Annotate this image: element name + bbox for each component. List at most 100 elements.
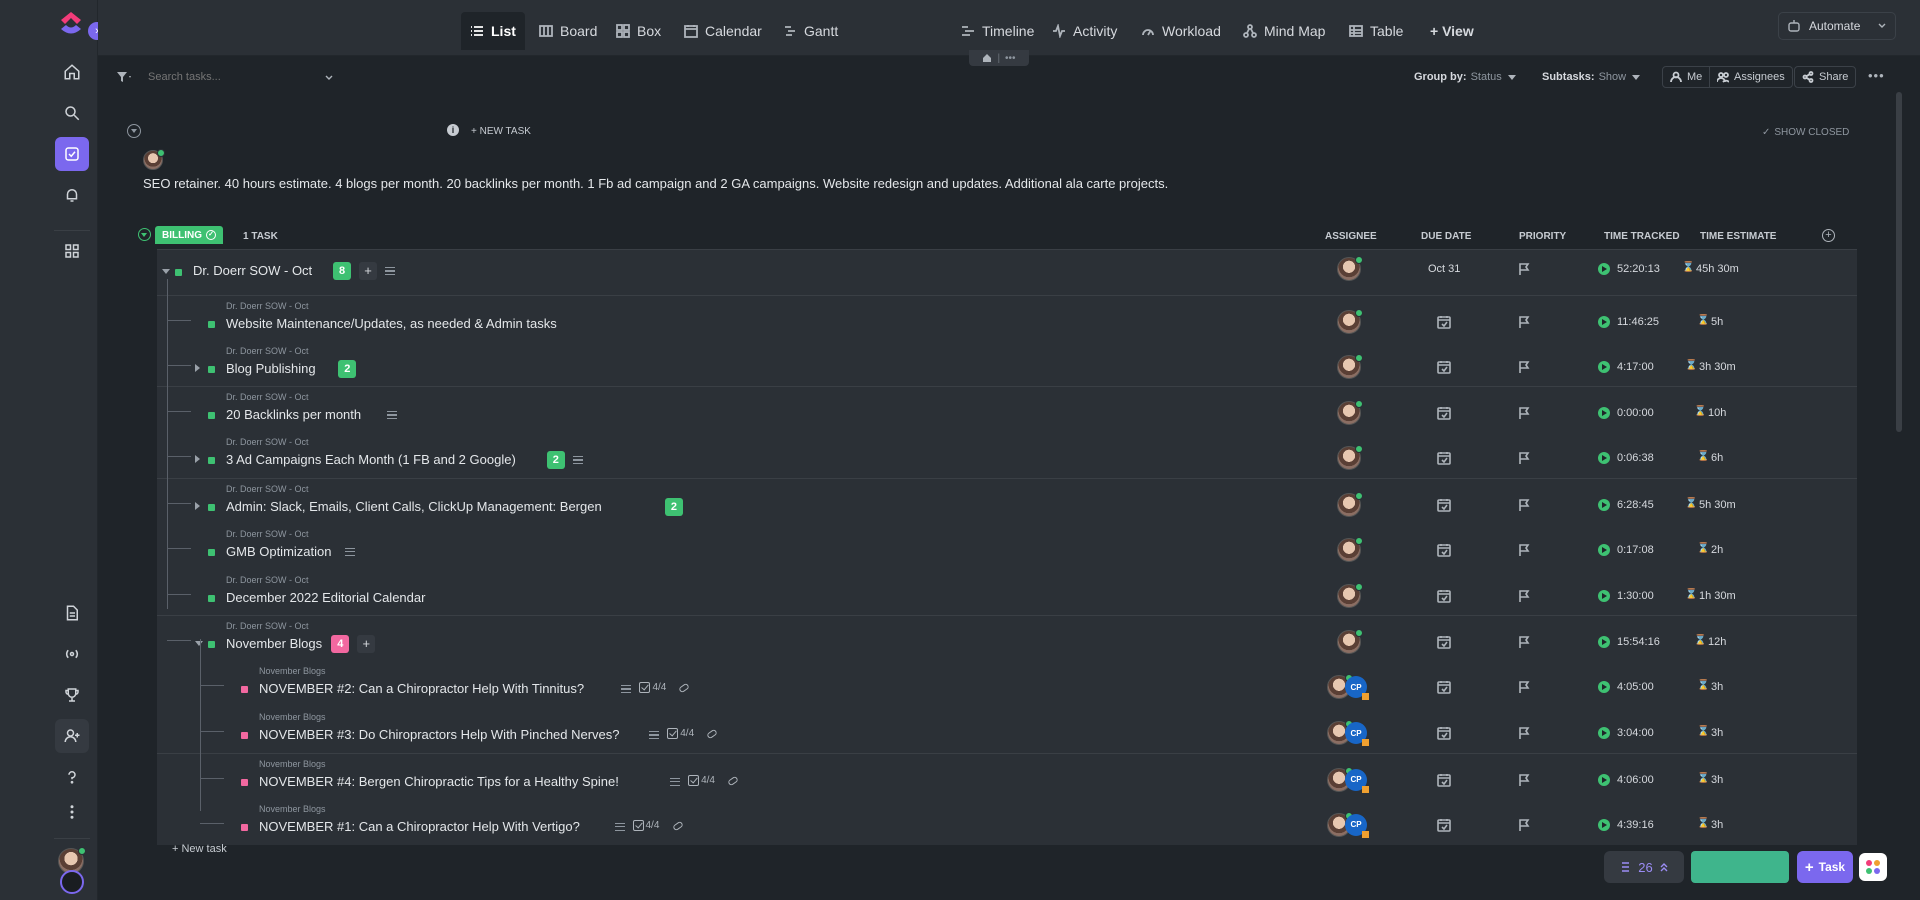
search-input[interactable] [148,68,328,86]
info-icon[interactable]: i [447,124,459,136]
play-timer-icon[interactable] [1598,315,1610,328]
task-name[interactable]: December 2022 Editorial Calendar [226,590,425,605]
tab-mind-map[interactable]: Mind Map [1234,12,1334,50]
assignee-avatar-cp[interactable]: CP [1345,676,1369,701]
calendar-icon[interactable] [1437,635,1451,650]
priority-flag-icon[interactable] [1517,635,1531,649]
subtask-count-badge[interactable]: 2 [664,498,683,516]
notifications-bell-icon[interactable] [55,178,89,212]
play-timer-icon[interactable] [1598,263,1610,275]
task-name[interactable]: NOVEMBER #3: Do Chiropractors Help With … [259,727,620,742]
column-header-time-estimate[interactable]: TIME ESTIMATE [1700,231,1776,242]
task-name[interactable]: 3 Ad Campaigns Each Month (1 FB and 2 Go… [226,452,516,467]
search-icon[interactable] [55,96,89,130]
play-timer-icon[interactable] [1598,543,1610,556]
home-icon[interactable] [55,55,89,89]
assignee-avatar[interactable] [1337,445,1363,471]
task-name[interactable]: November Blogs [226,636,322,651]
status-dot[interactable] [241,823,248,831]
parent-task-label[interactable]: November Blogs [259,666,326,676]
subtask-count-badge[interactable]: 4 [331,635,350,654]
breadcrumb-pill[interactable]: | ••• [969,50,1029,66]
table-row[interactable]: Dr. Doerr SOW - Oct November Blogs 4 +15:54… [157,615,1857,662]
expand-caret-icon[interactable] [195,641,203,647]
play-timer-icon[interactable] [1598,360,1610,373]
priority-flag-icon[interactable] [1517,773,1531,787]
time-estimate[interactable]: 12h [1708,636,1726,648]
priority-flag-icon[interactable] [1517,406,1531,420]
more-vertical-icon[interactable] [55,795,89,829]
subtasks-control[interactable]: Subtasks: Show [1542,71,1641,83]
status-badge[interactable]: BILLING ✓ [155,226,223,244]
play-timer-icon[interactable] [1598,681,1610,694]
task-name[interactable]: Website Maintenance/Updates, as needed &… [226,316,557,331]
show-closed-button[interactable]: ✓ SHOW CLOSED [1762,127,1849,138]
me-filter-button[interactable]: Me [1662,66,1711,88]
time-tracked[interactable]: 0:00:00 [1617,407,1654,419]
calendar-icon[interactable] [1437,680,1451,694]
table-row[interactable]: Dr. Doerr SOW - Oct Website Maintenance/U… [157,294,1857,341]
collapse-list-icon[interactable] [127,124,141,138]
add-subtask-icon[interactable]: + [359,262,378,280]
parent-task-label[interactable]: Dr. Doerr SOW - Oct [226,484,309,494]
play-timer-icon[interactable] [1598,452,1610,465]
new-task-footer-button[interactable]: + New task [172,843,227,855]
assignee-avatar[interactable] [1337,256,1363,281]
attachment-icon[interactable] [706,728,719,740]
task-name[interactable]: NOVEMBER #2: Can a Chiropractor Help Wit… [259,681,584,696]
checklist-icon[interactable]: 4/4 [639,682,666,694]
calendar-icon[interactable] [1437,451,1451,465]
time-estimate[interactable]: 5h 30m [1699,499,1736,511]
time-estimate[interactable]: 1h 30m [1699,590,1736,602]
help-icon[interactable] [55,760,89,794]
time-estimate[interactable]: 5h [1711,316,1723,328]
expand-caret-icon[interactable] [195,363,200,372]
time-tracked[interactable]: 4:06:00 [1617,774,1654,786]
status-dot[interactable] [175,269,182,276]
table-row[interactable]: Dr. Doerr SOW - Oct 20 Backlinks per mont… [157,386,1857,433]
parent-task-label[interactable]: Dr. Doerr SOW - Oct [226,529,309,539]
play-timer-icon[interactable] [1598,499,1610,511]
tasks-icon[interactable] [55,137,89,171]
new-task-button[interactable]: + NEW TASK [471,126,531,137]
quick-action-icon[interactable] [60,870,84,894]
column-header-time-tracked[interactable]: TIME TRACKED [1604,231,1680,242]
add-column-icon[interactable]: + [1822,229,1835,242]
add-view-button[interactable]: + View [1421,12,1483,50]
tab-box[interactable]: Box [607,12,670,50]
share-button[interactable]: Share [1794,66,1857,88]
play-timer-icon[interactable] [1598,589,1610,602]
apps-grid-button[interactable] [1859,853,1887,881]
table-row[interactable]: November Blogs NOVEMBER #1: Can a Chiropr… [157,798,1857,845]
task-name[interactable]: GMB Optimization [226,544,331,559]
priority-flag-icon[interactable] [1517,680,1531,694]
time-estimate[interactable]: 3h [1711,774,1723,786]
time-estimate[interactable]: 3h [1711,819,1723,831]
tab-board[interactable]: Board [530,12,606,50]
tab-gantt[interactable]: Gantt [774,12,847,50]
time-tracked[interactable]: 1:30:00 [1617,590,1654,602]
parent-task-label[interactable]: Dr. Doerr SOW - Oct [226,437,309,447]
table-row[interactable]: Dr. Doerr SOW - Oct Admin: Slack, Emails,… [157,478,1857,524]
parent-task-label[interactable]: Dr. Doerr SOW - Oct [226,621,309,631]
table-row[interactable]: November Blogs NOVEMBER #3: Do Chiropract… [157,707,1857,753]
parent-task-label[interactable]: November Blogs [259,804,326,814]
spaces-grid-icon[interactable] [55,234,89,268]
priority-flag-icon[interactable] [1517,726,1531,740]
time-estimate[interactable]: 2h [1711,544,1723,556]
assignee-avatar[interactable] [1337,353,1363,379]
time-tracked[interactable]: 3:04:00 [1617,727,1654,739]
status-dot[interactable] [241,778,248,786]
status-dot[interactable] [208,594,215,602]
calendar-icon[interactable] [1437,360,1451,374]
task-name[interactable]: 20 Backlinks per month [226,407,361,422]
time-estimate[interactable]: 3h 30m [1699,361,1736,373]
priority-flag-icon[interactable] [1517,451,1531,465]
time-estimate[interactable]: 10h [1708,407,1726,419]
calendar-icon[interactable] [1437,773,1451,787]
status-dot[interactable] [208,641,215,649]
automate-button[interactable]: Automate [1778,12,1896,40]
status-dot[interactable] [241,686,248,694]
play-timer-icon[interactable] [1598,636,1610,649]
status-dot[interactable] [208,412,215,420]
